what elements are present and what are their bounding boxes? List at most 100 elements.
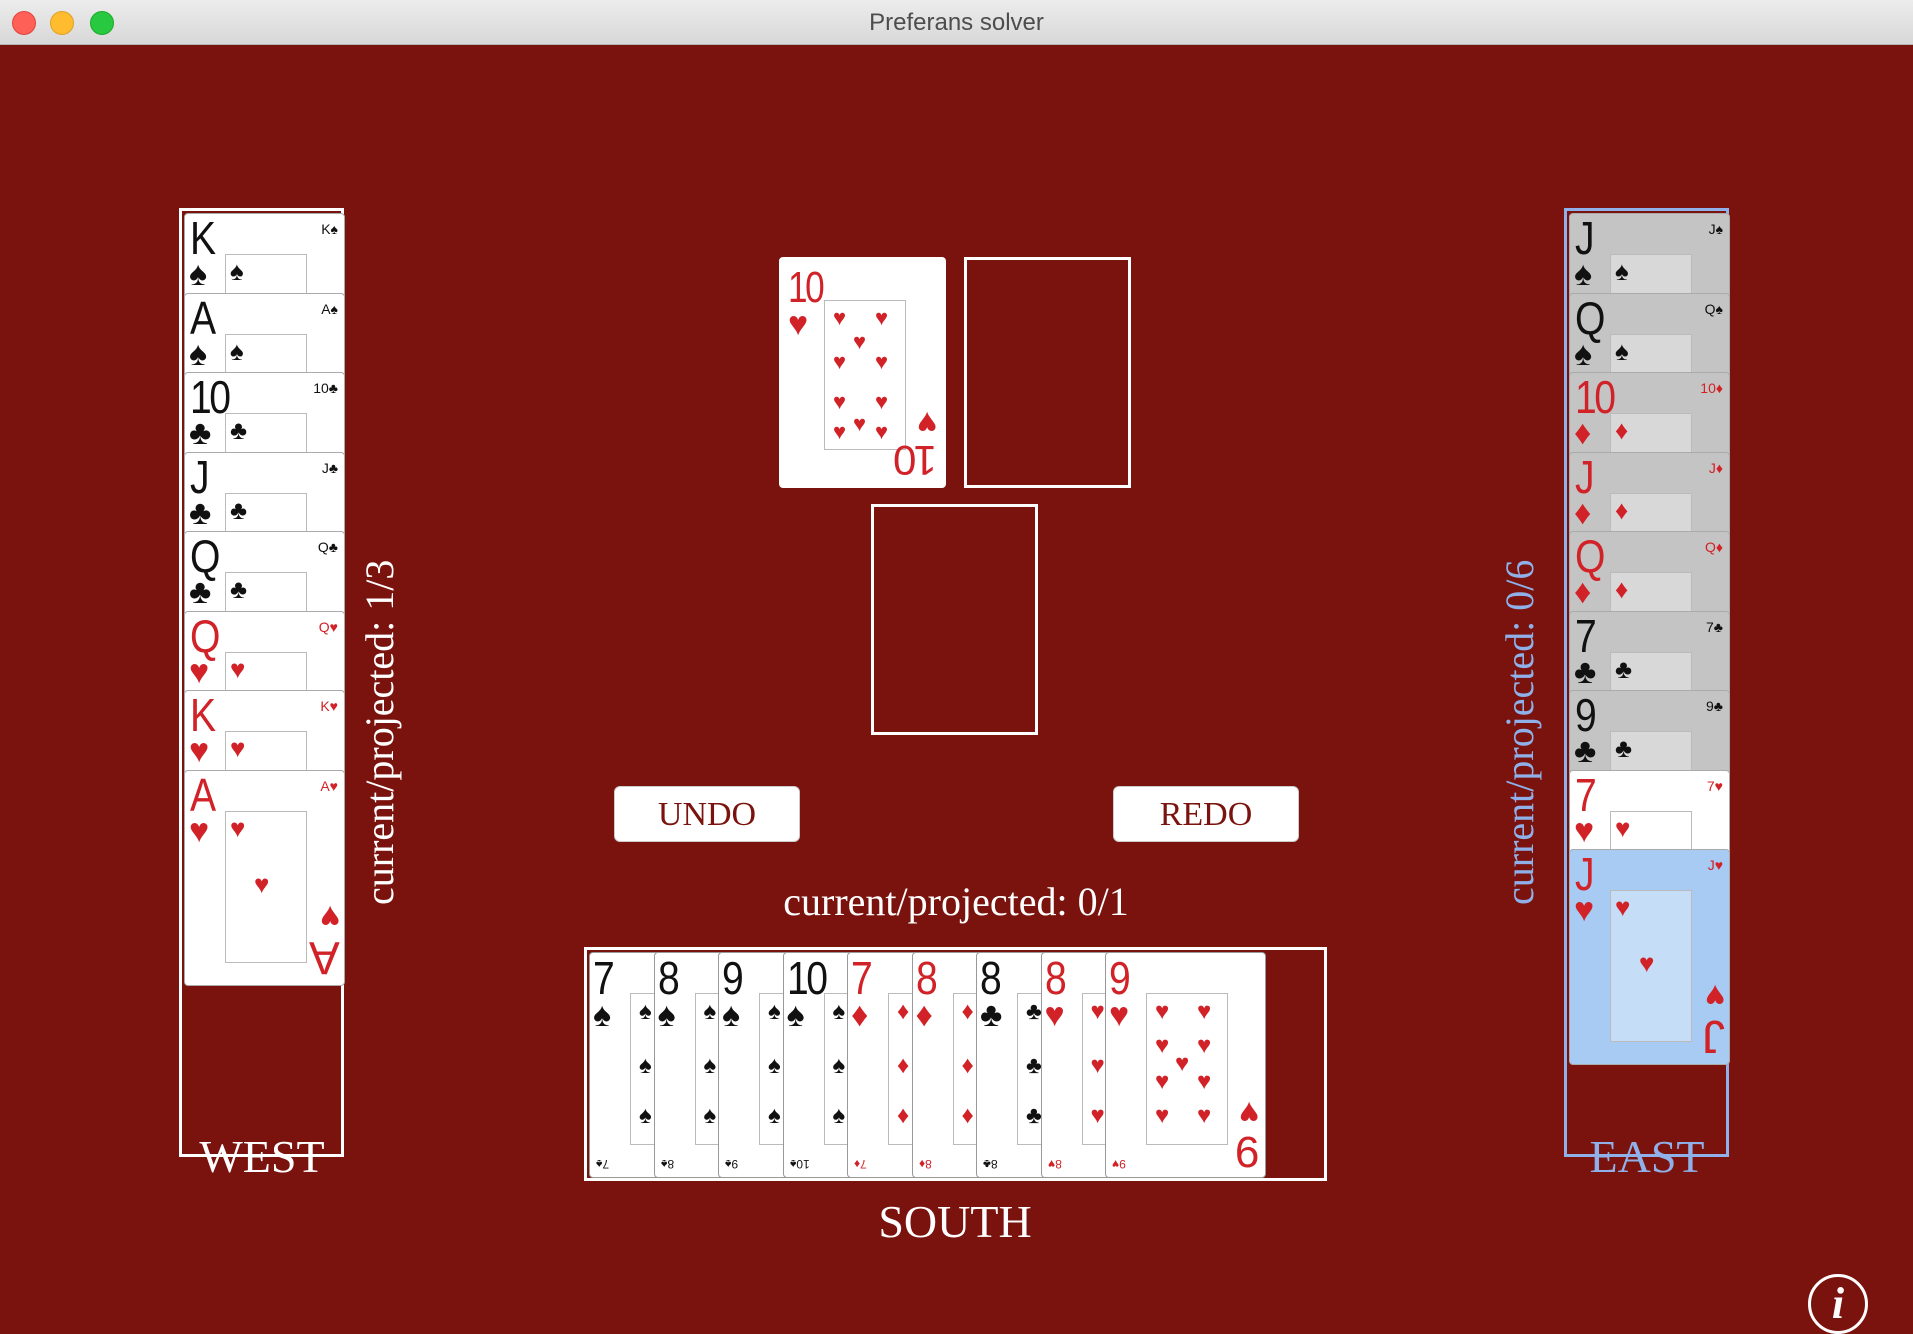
card-pip-icon: ♥ — [853, 329, 867, 354]
card-rank: J — [190, 451, 210, 503]
south-score: current/projected: 0/1 — [783, 879, 1129, 924]
card-rank: 8 — [1044, 952, 1067, 1004]
window-title: Preferans solver — [869, 9, 1044, 36]
east-hand: J ♠ J♠ ♠ Q ♠ Q♠ ♠ 10 ♦ 10♦ ♦ J ♦ J♦ ♦ Q ♦ Q♦ ♦ 7 ♣ 7♣ ♣ 9 ♣ 9♣ ♣ 7 ♥ 7… — [1564, 208, 1730, 1157]
card-suit-icon: ♥ — [189, 812, 210, 850]
card-pip-icon: ♥ — [853, 411, 867, 436]
card-a-hearts[interactable]: A ♥ A♥ ♥ ♥ A ♥ — [184, 769, 345, 986]
card-pip-icon: ♥ — [1615, 893, 1631, 922]
west-label: WEST — [199, 1131, 325, 1182]
card-pip-icon: ♥ — [1155, 999, 1170, 1025]
card-suit-icon: ♠ — [1574, 256, 1593, 293]
card-rank: 7 — [593, 952, 615, 1004]
card-pip-icon: ♠ — [1615, 257, 1629, 286]
card-pip-icon: ♠ — [768, 1053, 781, 1079]
card-pip-icon: ♥ — [230, 813, 246, 843]
card-pip-icon: ♠ — [703, 999, 717, 1025]
card-j-hearts[interactable]: J ♥ J♥ ♥ ♥ J ♥ — [1569, 849, 1730, 1065]
trick-card-west[interactable]: 10 ♥ ♥ ♥ ♥ ♥ ♥ ♥ ♥ ♥ ♥ ♥ 10 ♥ — [779, 257, 946, 488]
card-suit-inverted-icon: ♥ — [319, 897, 340, 935]
card-pip-icon: ♠ — [639, 999, 652, 1025]
card-corner-index: 9♣ — [1706, 698, 1723, 714]
card-suit-icon: ♣ — [980, 997, 1003, 1034]
card-rank: K — [190, 690, 216, 741]
card-pip-icon: ♠ — [832, 1103, 846, 1129]
card-corner-index: 9♥ — [1112, 1157, 1126, 1171]
card-pip-icon: ♥ — [1090, 1053, 1105, 1079]
card-corner-index: 10♠ — [789, 1157, 810, 1171]
card-pip-icon: ♣ — [1026, 1053, 1042, 1079]
card-pip-icon: ♥ — [230, 734, 246, 763]
card-rank: Q — [1575, 292, 1605, 344]
card-suit-icon: ♥ — [1574, 812, 1595, 850]
card-rank: 10 — [788, 263, 825, 312]
card-pip-icon: ♠ — [1615, 336, 1629, 366]
card-pip-icon: ♦ — [1615, 575, 1629, 604]
card-pip-icon: ♥ — [1175, 1051, 1190, 1077]
info-button[interactable]: i — [1808, 1274, 1868, 1334]
card-pip-icon: ♦ — [897, 999, 910, 1025]
card-corner-index: J♥ — [1707, 857, 1723, 873]
card-pip-icon: ♠ — [230, 336, 244, 366]
card-corner-index: Q♦ — [1704, 539, 1723, 555]
redo-button[interactable]: REDO — [1113, 786, 1299, 842]
card-pip-icon: ♥ — [875, 419, 889, 444]
card-pip-icon: ♥ — [833, 389, 847, 414]
east-label: EAST — [1589, 1131, 1705, 1182]
card-rank: 8 — [915, 952, 938, 1004]
undo-button[interactable]: UNDO — [614, 786, 800, 842]
card-corner-index: 10♦ — [1700, 380, 1723, 396]
west-hand: K ♠ K♠ ♠ A ♠ A♠ ♠ 10 ♣ 10♣ ♣ J ♣ J♣ ♣ Q ♣ Q♣ ♣ Q ♥ Q♥ ♥ K ♥ K♥ ♥ A ♥ A… — [179, 208, 345, 1157]
card-pip-icon: ♣ — [1026, 999, 1042, 1025]
card-suit-icon: ♥ — [189, 653, 210, 691]
card-rank: 9 — [1109, 952, 1131, 1004]
card-pip-icon: ♦ — [961, 1103, 974, 1129]
card-pip-icon: ♦ — [961, 999, 974, 1025]
card-suit-icon: ♣ — [189, 494, 212, 532]
card-corner-index: 7♥ — [1706, 777, 1723, 794]
card-suit-icon: ♠ — [657, 997, 676, 1034]
card-pip-icon: ♠ — [768, 999, 781, 1025]
card-suit-icon: ♣ — [189, 415, 212, 452]
card-face-frame: ♥ ♥ — [225, 810, 307, 963]
card-pip-icon: ♠ — [230, 257, 244, 286]
card-rank-inverted: J — [1702, 1011, 1725, 1063]
card-suit-icon: ♦ — [1574, 574, 1592, 611]
card-pip-icon: ♠ — [703, 1053, 717, 1079]
card-pip-icon: ♣ — [1615, 734, 1633, 763]
card-center-pip-icon: ♥ — [1639, 949, 1655, 978]
card-corner-index: 8♠ — [660, 1157, 674, 1171]
card-rank: J — [1575, 849, 1595, 900]
card-corner-index: J♣ — [321, 459, 338, 476]
card-corner-index: 8♦ — [918, 1157, 932, 1171]
card-9-hearts[interactable]: 9 ♥ ♥ ♥ ♥ ♥ ♥ ♥ ♥ ♥ ♥ 9♥ 9 ♥ — [1105, 952, 1266, 1178]
card-pip-icon: ♦ — [1615, 416, 1629, 445]
card-suit-icon: ♠ — [189, 256, 208, 293]
card-corner-index: 7♦ — [854, 1157, 867, 1171]
card-corner-index: K♠ — [321, 221, 338, 237]
card-suit-inverted-icon: ♥ — [916, 404, 937, 441]
card-rank: K — [190, 213, 216, 264]
card-rank-inverted: A — [309, 931, 340, 984]
card-pip-icon: ♣ — [230, 575, 248, 604]
card-corner-index: 8♣ — [983, 1157, 998, 1171]
card-suit-icon: ♥ — [788, 306, 809, 343]
card-pip-icon: ♥ — [875, 349, 889, 374]
card-pip-icon: ♦ — [1615, 495, 1629, 525]
card-center-pip-icon: ♥ — [254, 869, 270, 899]
card-pip-icon: ♣ — [1615, 654, 1633, 684]
south-hand: 7 ♠ ♠ ♠ ♠ 7♠ 8 ♠ ♠ ♠ ♠ 8♠ 9 ♠ ♠ ♠ ♠ 9♠ 10 ♠ ♠ ♠ ♠ 10♠ 7 ♦ ♦ ♦ ♦ 7♦ 8 ♦ ♦… — [584, 947, 1327, 1181]
card-pip-icon: ♥ — [1615, 813, 1631, 843]
card-corner-index: Q♣ — [317, 539, 338, 555]
card-pip-icon: ♠ — [768, 1103, 781, 1129]
card-corner-index: K♥ — [320, 698, 338, 714]
card-pip-icon: ♥ — [833, 349, 847, 374]
card-pip-icon: ♣ — [1026, 1103, 1042, 1129]
card-rank: 7 — [1575, 769, 1597, 821]
card-suit-icon: ♠ — [722, 997, 741, 1034]
card-corner-index: 7♣ — [1706, 618, 1723, 635]
card-pip-icon: ♠ — [639, 1103, 652, 1129]
card-rank: 10 — [1575, 372, 1616, 423]
card-pip-icon: ♥ — [833, 419, 847, 444]
card-rank: Q — [190, 531, 220, 582]
